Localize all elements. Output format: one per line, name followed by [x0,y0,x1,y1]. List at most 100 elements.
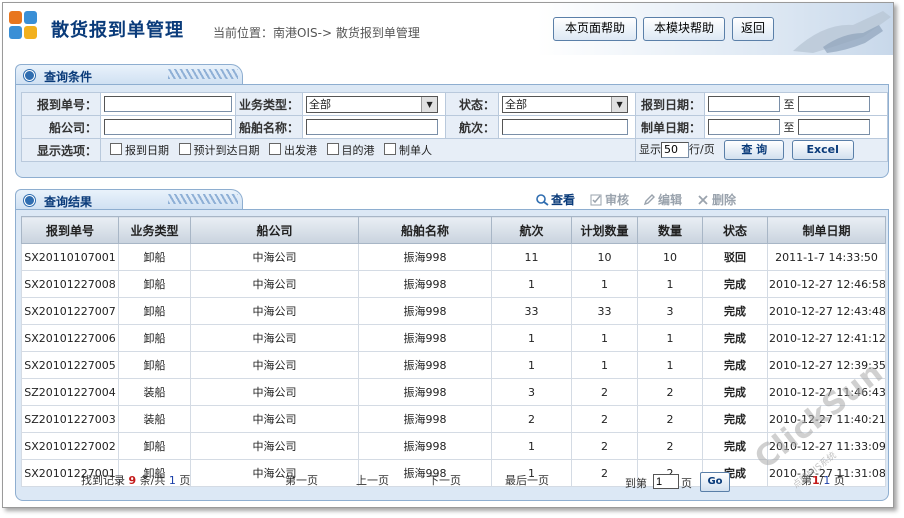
query-button[interactable]: 查 询 [724,140,785,160]
option-checkbox[interactable] [269,143,281,155]
delete-button[interactable]: 删除 [697,191,736,209]
ship-cell: 振海998 [358,378,492,406]
edit-icon [643,193,656,206]
ship-company-label: 船公司： [21,115,101,139]
page-size-prefix: 显示 [639,143,662,156]
type-cell: 装船 [118,378,191,406]
report-no-cell: SX20101227007 [21,297,119,325]
report-date-from-input[interactable] [708,96,781,113]
option-label: 制单人 [399,144,432,157]
ship-name-input[interactable] [306,119,439,135]
qty-cell: 1 [637,270,703,298]
table-row[interactable]: SZ20101227003 装船 中海公司 振海998 2 2 2 完成 201… [21,405,886,433]
total-pages: 1 [168,474,176,487]
view-button[interactable]: 查看 [536,191,575,209]
biz-type-select[interactable]: 全部 ▼ [306,95,439,113]
ship-cell: 振海998 [358,297,492,325]
tab-stripes [168,69,238,79]
page-size-input[interactable] [661,141,690,158]
record-count: 找到记录 9 条/共 1 页 [81,472,190,488]
column-header[interactable]: 船舶名称 [358,216,492,244]
column-header[interactable]: 计划数量 [571,216,638,244]
option-label: 目的港 [341,144,375,157]
table-row[interactable]: SZ20101227004 装船 中海公司 振海998 3 2 2 完成 201… [21,378,886,406]
report-no-cell: SZ20101227004 [21,378,119,406]
report-date-to-input[interactable] [798,96,871,113]
qty-cell: 2 [637,405,703,433]
status-select[interactable]: 全部 ▼ [502,95,629,113]
table-row[interactable]: SX20101227005 卸船 中海公司 振海998 1 1 1 完成 201… [21,351,886,379]
column-header[interactable]: 报到单号 [21,216,119,244]
voyage-cell: 11 [491,243,572,271]
create-date-to-input[interactable] [798,119,871,136]
option-label: 报到日期 [125,144,169,157]
table-row[interactable]: SX20101227006 卸船 中海公司 振海998 1 1 1 完成 201… [21,324,886,352]
table-row[interactable]: SX20101227007 卸船 中海公司 振海998 33 33 3 完成 2… [21,297,886,325]
audit-button[interactable]: 审核 [590,191,629,209]
biz-type-value: 全部 [309,97,332,111]
page-help-button[interactable]: 本页面帮助 [553,17,637,41]
edit-button[interactable]: 编辑 [643,191,682,209]
plan-qty-cell: 2 [571,432,638,460]
ship-cell: 振海998 [358,270,492,298]
voyage-cell: 3 [491,378,572,406]
report-no-cell: SX20101227006 [21,324,119,352]
type-cell: 卸船 [118,243,191,271]
qty-cell: 10 [637,243,703,271]
status-cell: 完成 [702,297,768,325]
goto-page-input[interactable] [653,474,679,489]
chevron-down-icon[interactable]: ▼ [611,96,628,112]
status-cell: 驳回 [702,243,768,271]
type-cell: 卸船 [118,270,191,298]
voyage-input[interactable] [502,119,629,135]
last-page-link[interactable]: 最后一页 [505,472,549,488]
company-cell: 中海公司 [190,243,359,271]
option-checkbox[interactable] [384,143,396,155]
query-panel-tab: 查询条件 [15,64,243,85]
found-mid: 条/共 [139,474,166,487]
column-header[interactable]: 业务类型 [118,216,191,244]
ship-company-input[interactable] [104,119,232,135]
first-page-link[interactable]: 第一页 [285,472,318,488]
plan-qty-cell: 2 [571,378,638,406]
type-cell: 卸船 [118,351,191,379]
excel-button[interactable]: Excel [791,140,854,160]
type-cell: 卸船 [118,324,191,352]
next-page-link[interactable]: 下一页 [428,472,461,488]
create-date-from-input[interactable] [708,119,781,136]
to-label: 至 [783,97,795,111]
table-row[interactable]: SX20101227008 卸船 中海公司 振海998 1 1 1 完成 201… [21,270,886,298]
voyage-cell: 1 [491,351,572,379]
company-cell: 中海公司 [190,297,359,325]
plan-qty-cell: 1 [571,270,638,298]
option-checkbox[interactable] [110,143,122,155]
back-button[interactable]: 返回 [732,17,774,41]
view-label: 查看 [551,193,576,207]
go-button[interactable]: Go [700,472,730,492]
company-cell: 中海公司 [190,324,359,352]
option-checkbox[interactable] [178,143,191,155]
column-header[interactable]: 状态 [702,216,768,244]
report-no-cell: SX20101227005 [21,351,119,379]
option-label: 预计到达日期 [193,144,260,157]
column-header[interactable]: 船公司 [190,216,359,244]
display-options: 报到日期 预计到达日期 出发港 目的港 制单人 [99,138,637,162]
current-suffix: 页 [833,474,845,487]
company-cell: 中海公司 [190,432,359,460]
tab-stripes [168,194,238,204]
column-header[interactable]: 制单日期 [767,216,886,244]
report-no-input[interactable] [104,96,232,112]
option-checkbox[interactable] [326,143,339,155]
table-row[interactable]: SX20110107001 卸船 中海公司 振海998 11 10 10 驳回 … [21,243,886,271]
app-logo-icon [9,11,39,41]
column-header[interactable]: 航次 [491,216,572,244]
module-help-button[interactable]: 本模块帮助 [643,17,725,41]
page-header: 散货报到单管理 当前位置：南港OIS-> 散货报到单管理 本页面帮助 本模块帮助… [3,3,893,55]
prev-page-link[interactable]: 上一页 [356,472,389,488]
voyage-cell: 1 [491,432,572,460]
company-cell: 中海公司 [190,405,359,433]
column-header[interactable]: 数量 [637,216,703,244]
create-date-label: 制单日期： [635,115,706,139]
ship-cell: 振海998 [358,432,492,460]
chevron-down-icon[interactable]: ▼ [421,96,438,112]
